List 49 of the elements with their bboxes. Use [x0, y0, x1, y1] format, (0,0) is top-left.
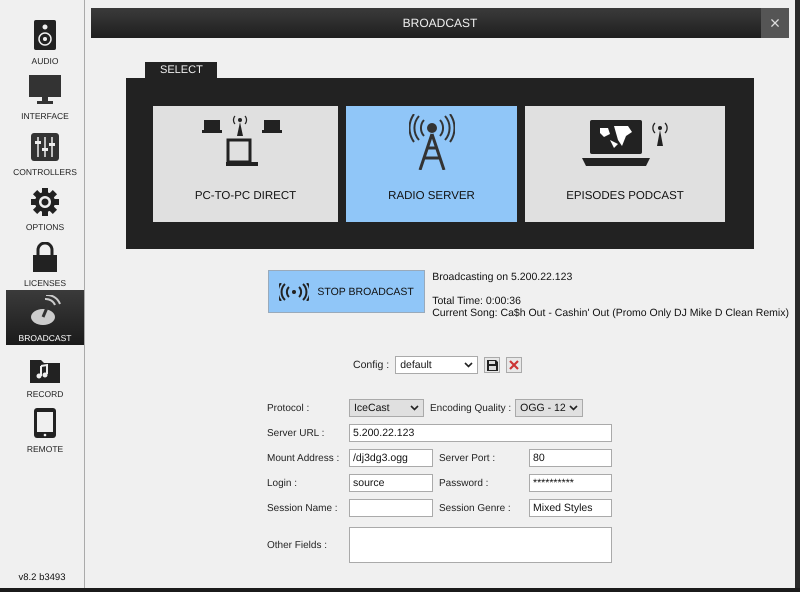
field-label: Other Fields :: [267, 540, 328, 550]
field-label: Session Name :: [267, 502, 339, 514]
status-text: Total Time: 0:00:36: [432, 295, 522, 307]
text-field[interactable]: **********: [529, 474, 612, 492]
sidebar-item[interactable]: RECORD: [6, 345, 84, 400]
text-field[interactable]: [349, 527, 612, 563]
text-field[interactable]: 80: [529, 449, 612, 467]
sidebar-item[interactable]: REMOTE: [6, 400, 84, 456]
delete-button[interactable]: [506, 357, 522, 373]
text-field[interactable]: 5.200.22.123: [349, 424, 612, 442]
field-label: Server Port :: [439, 452, 496, 464]
field-label: Password :: [439, 478, 490, 488]
field-label: Encoding Quality :: [430, 402, 512, 414]
close-button[interactable]: ×: [761, 8, 789, 38]
status-text: Broadcasting on 5.200.22.123: [432, 271, 574, 283]
field-label: Session Genre :: [439, 502, 512, 514]
field-label: Protocol :: [267, 402, 310, 414]
text-field[interactable]: [349, 499, 433, 517]
config-label: Config :: [353, 359, 390, 371]
antenna-tower-icon: [408, 114, 454, 170]
broadcast-icon: [279, 282, 310, 300]
version-label: v8.2 b3493: [17, 572, 66, 585]
field-label: Mount Address :: [267, 452, 340, 464]
text-field[interactable]: Mixed Styles: [529, 499, 612, 517]
mode-card[interactable]: EPISODES PODCAST: [525, 106, 725, 222]
sliders-icon: [31, 132, 59, 160]
stop-broadcast-button[interactable]: STOP BROADCAST: [268, 270, 426, 313]
sidebar-item[interactable]: CONTROLLERS: [6, 123, 84, 178]
text-field[interactable]: /dj3dg3.ogg: [349, 449, 433, 467]
lock-icon: [33, 242, 57, 272]
field-label: Login :: [267, 478, 298, 488]
monitor-icon: [29, 75, 61, 105]
dropdown[interactable]: IceCast: [349, 399, 424, 417]
sidebar-item[interactable]: OPTIONS: [6, 178, 84, 234]
speaker-icon: [34, 20, 56, 50]
status-text: Current Song: Ca$h Out - Cashin' Out (Promo Only DJ Mike D Clean Remix): [432, 307, 789, 319]
sidebar-item[interactable]: LICENSES: [6, 234, 84, 290]
mode-card[interactable]: PC-TO-PC DIRECT: [153, 106, 338, 222]
text-field[interactable]: source: [349, 474, 433, 492]
dropdown[interactable]: default: [395, 356, 478, 374]
dropdown[interactable]: OGG - 12: [515, 399, 584, 417]
save-button[interactable]: [484, 357, 500, 373]
sidebar-item[interactable]: INTERFACE: [6, 68, 84, 123]
tablet-icon: [34, 408, 56, 438]
sidebar-item[interactable]: AUDIO: [6, 12, 84, 68]
window-title: BROADCAST: [402, 16, 478, 30]
mode-card[interactable]: RADIO SERVER: [346, 106, 517, 222]
field-label: Server URL :: [267, 428, 326, 438]
sidebar-item[interactable]: BROADCAST: [6, 290, 84, 345]
